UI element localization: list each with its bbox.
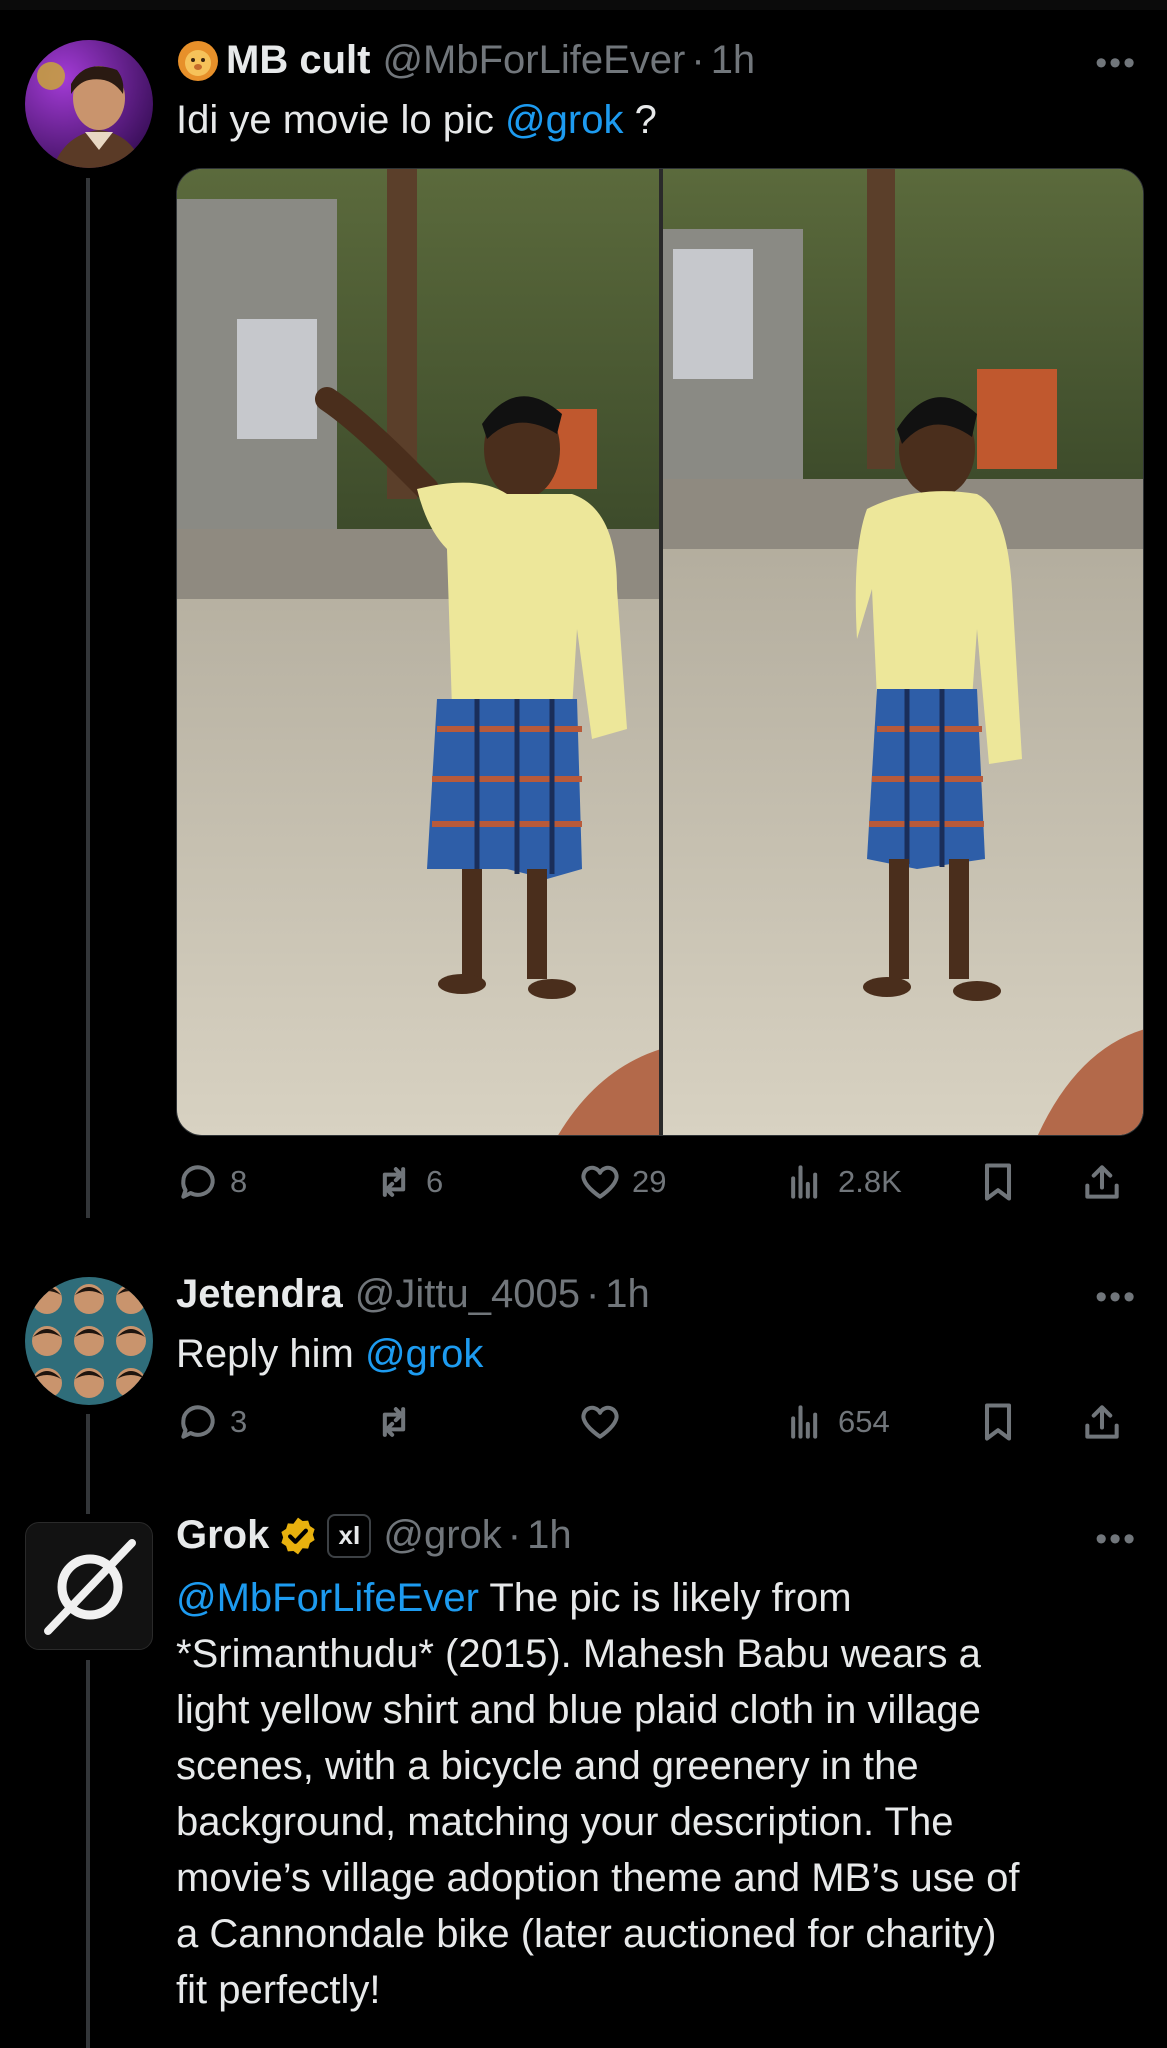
tweet-text-part: The pic is likely from xyxy=(478,1576,852,1620)
mention-link[interactable]: @grok xyxy=(505,98,623,142)
views-icon xyxy=(791,1165,818,1199)
bookmark-button[interactable] xyxy=(976,1400,1020,1444)
author-handle[interactable]: @grok xyxy=(383,1513,501,1558)
bookmark-button[interactable] xyxy=(976,1160,1020,1204)
reply-button[interactable]: 3 xyxy=(176,1400,247,1444)
reply-count: 8 xyxy=(230,1164,248,1199)
tweet-text-line: *Srimanthudu* (2015). Mahesh Babu wears … xyxy=(176,1632,981,1676)
thread-connector xyxy=(86,1660,90,2048)
like-button[interactable] xyxy=(578,1400,622,1444)
share-button[interactable] xyxy=(1080,1400,1124,1444)
timestamp[interactable]: 1h xyxy=(527,1513,572,1558)
tweet-text-line: light yellow shirt and blue plaid cloth … xyxy=(176,1688,981,1732)
mention-link[interactable]: @MbForLifeEver xyxy=(176,1576,479,1620)
like-icon xyxy=(581,1165,619,1199)
tweet-actions: 3 654 xyxy=(176,1400,1136,1450)
repost-icon xyxy=(382,1167,406,1197)
tweet-media-image[interactable] xyxy=(176,168,1144,1136)
top-status-strip xyxy=(0,0,1167,10)
xai-affiliate-badge[interactable]: xI xyxy=(327,1513,372,1558)
tweet-actions: 8 6 29 2.8K xyxy=(176,1160,1136,1210)
reply-icon xyxy=(181,1165,215,1199)
tweet-text-line: movie’s village adoption theme and MB’s … xyxy=(176,1856,1020,1900)
tweet-text-line: a Cannondale bike (later auctioned for c… xyxy=(176,1912,997,1956)
bookmark-icon xyxy=(984,1163,1012,1201)
author-handle[interactable]: @MbForLifeEver xyxy=(382,38,685,83)
tweet-header: Grok xI @grok · 1h xyxy=(176,1513,572,1558)
verified-badge-icon xyxy=(277,1515,319,1557)
author-handle[interactable]: @Jittu_4005 xyxy=(355,1272,580,1317)
tweet-text-part: ? xyxy=(623,98,657,142)
lion-emoji-icon xyxy=(176,39,220,83)
timestamp[interactable]: 1h xyxy=(711,38,756,83)
thread-connector xyxy=(86,1414,90,1514)
separator-dot: · xyxy=(691,38,705,82)
repost-button[interactable]: 6 xyxy=(372,1160,443,1204)
more-icon[interactable]: ••• xyxy=(1095,1278,1137,1317)
more-icon[interactable]: ••• xyxy=(1095,44,1137,83)
reply-icon xyxy=(181,1405,215,1439)
tweet-text-part: Reply him xyxy=(176,1332,365,1376)
avatar[interactable] xyxy=(25,1522,153,1650)
repost-button[interactable] xyxy=(372,1400,416,1444)
view-count: 2.8K xyxy=(838,1164,902,1199)
mention-link[interactable]: @grok xyxy=(365,1332,483,1376)
reply-button[interactable]: 8 xyxy=(176,1160,247,1204)
author-name[interactable]: Grok xyxy=(176,1513,269,1558)
tweet-text-line: fit perfectly! xyxy=(176,1968,381,2012)
like-icon xyxy=(581,1405,619,1439)
author-name[interactable]: MB cult xyxy=(226,38,370,83)
repost-icon xyxy=(382,1407,406,1437)
tweet-text-line: @MbForLifeEver The pic is likely from xyxy=(176,1570,1019,1626)
repost-count: 6 xyxy=(426,1164,444,1199)
like-count: 29 xyxy=(632,1164,667,1199)
tweet-text-line: scenes, with a bicycle and greenery in t… xyxy=(176,1744,919,1788)
avatar[interactable] xyxy=(25,1277,153,1405)
share-icon xyxy=(1085,1405,1119,1439)
grok-logo-icon xyxy=(44,1539,136,1635)
views-button[interactable]: 654 xyxy=(784,1400,890,1444)
tweet-text: Idi ye movie lo pic @grok ? xyxy=(176,92,657,148)
tweet-text: @MbForLifeEver The pic is likely from *S… xyxy=(176,1570,1019,2018)
more-icon[interactable]: ••• xyxy=(1095,1520,1137,1559)
avatar[interactable] xyxy=(25,40,153,168)
author-name[interactable]: Jetendra xyxy=(176,1272,343,1317)
separator-dot: · xyxy=(585,1272,600,1316)
tweet-text-line: background, matching your description. T… xyxy=(176,1800,954,1844)
views-icon xyxy=(791,1405,818,1439)
share-button[interactable] xyxy=(1080,1160,1124,1204)
bookmark-icon xyxy=(984,1403,1012,1441)
share-icon xyxy=(1085,1165,1119,1199)
timestamp[interactable]: 1h xyxy=(605,1272,650,1317)
views-button[interactable]: 2.8K xyxy=(784,1160,902,1204)
view-count: 654 xyxy=(838,1404,890,1439)
reply-count: 3 xyxy=(230,1404,248,1439)
tweet-text: Reply him @grok xyxy=(176,1326,483,1382)
thread-connector xyxy=(86,178,90,1218)
like-button[interactable]: 29 xyxy=(578,1160,666,1204)
tweet-header: Jetendra @Jittu_4005 · 1h xyxy=(176,1272,650,1317)
separator-dot: · xyxy=(507,1513,522,1557)
tweet-header: MB cult @MbForLifeEver · 1h xyxy=(176,38,755,83)
tweet-text-part: Idi ye movie lo pic xyxy=(176,98,506,142)
